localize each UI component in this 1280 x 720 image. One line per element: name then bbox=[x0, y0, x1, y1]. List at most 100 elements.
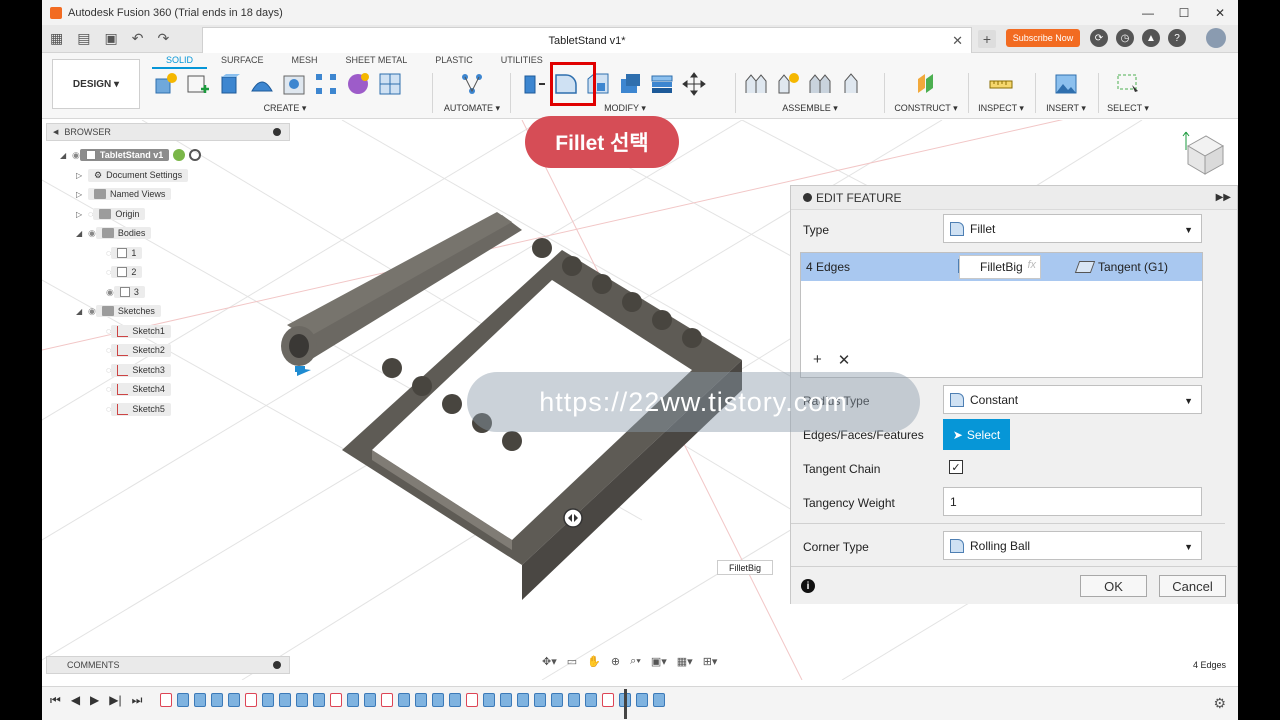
tangent-chain-checkbox[interactable]: ✓ bbox=[949, 460, 963, 474]
tree-origin[interactable]: ▷ ◌ Origin bbox=[76, 206, 146, 222]
workspace-switcher[interactable]: DESIGN ▾ bbox=[52, 59, 140, 109]
tree-sketches[interactable]: ◢ ◉ Sketches bbox=[76, 303, 161, 319]
user-avatar[interactable] bbox=[1206, 28, 1226, 48]
joint-origin-icon[interactable] bbox=[774, 70, 802, 98]
select-button[interactable]: ➤ Select bbox=[943, 419, 1010, 450]
tab-utilities[interactable]: UTILITIES bbox=[487, 53, 557, 69]
fillet-radius-input[interactable]: FilletBig fx bbox=[959, 255, 1041, 279]
tab-plastic[interactable]: PLASTIC bbox=[421, 53, 487, 69]
visibility-icon[interactable]: ◉ bbox=[72, 150, 80, 161]
collapse-icon[interactable]: ◢ bbox=[60, 151, 72, 160]
minimize-button[interactable]: — bbox=[1130, 0, 1166, 25]
timeline-feature[interactable] bbox=[500, 693, 512, 707]
orbit-icon[interactable]: ✥▾ bbox=[542, 655, 557, 668]
subscribe-button[interactable]: Subscribe Now bbox=[1006, 29, 1080, 47]
step-forward-icon[interactable]: ▶| bbox=[109, 693, 121, 708]
timeline-marker[interactable] bbox=[624, 689, 627, 719]
tree-document-settings[interactable]: ▷ ⚙ Document Settings bbox=[76, 167, 189, 183]
select-menu[interactable]: SELECT ▾ bbox=[1102, 103, 1154, 114]
measure-icon[interactable] bbox=[987, 70, 1015, 98]
look-at-icon[interactable]: ▭ bbox=[567, 655, 577, 668]
timeline-feature[interactable] bbox=[449, 693, 461, 707]
timeline-sketch[interactable] bbox=[330, 693, 342, 707]
fx-icon[interactable]: fx bbox=[1027, 259, 1036, 271]
go-to-start-icon[interactable]: ⏮ bbox=[50, 693, 61, 708]
tree-bodies[interactable]: ◢ ◉ Bodies bbox=[76, 225, 152, 241]
go-to-end-icon[interactable]: ⏭ bbox=[132, 693, 143, 708]
view-cube[interactable] bbox=[1178, 126, 1228, 176]
timeline-feature[interactable] bbox=[398, 693, 410, 707]
visibility-icon[interactable]: ◉ bbox=[88, 306, 96, 317]
timeline-feature[interactable] bbox=[279, 693, 291, 707]
redo-icon[interactable]: ↷ bbox=[157, 30, 169, 47]
timeline-sketch[interactable] bbox=[160, 693, 172, 707]
activate-icon[interactable] bbox=[173, 149, 186, 161]
timeline-sketch[interactable] bbox=[381, 693, 393, 707]
tab-sheet-metal[interactable]: SHEET METAL bbox=[332, 53, 422, 69]
mirror-icon[interactable] bbox=[376, 70, 404, 98]
step-back-icon[interactable]: ◀ bbox=[71, 693, 80, 708]
close-window-button[interactable]: ✕ bbox=[1202, 0, 1238, 25]
new-tab-button[interactable]: + bbox=[978, 30, 996, 48]
insert-menu[interactable]: INSERT ▾ bbox=[1038, 103, 1094, 114]
timeline-feature[interactable] bbox=[585, 693, 597, 707]
help-icon[interactable]: ? bbox=[1168, 29, 1186, 47]
tab-solid[interactable]: SOLID bbox=[152, 53, 208, 69]
timeline-feature[interactable] bbox=[296, 693, 308, 707]
tree-root[interactable]: ◢ ◉ TabletStand v1 bbox=[60, 147, 202, 163]
timeline-feature[interactable] bbox=[313, 693, 325, 707]
tab-mesh[interactable]: MESH bbox=[278, 53, 332, 69]
pan-icon[interactable]: ✋ bbox=[587, 655, 601, 668]
tree-body-3[interactable]: ◉ 3 bbox=[106, 284, 145, 300]
comments-pin-icon[interactable] bbox=[273, 661, 281, 669]
tree-named-views[interactable]: ▷ Named Views bbox=[76, 186, 172, 202]
grid-menu-icon[interactable]: ▦ bbox=[50, 30, 63, 47]
timeline-feature[interactable] bbox=[534, 693, 546, 707]
browser-panel-header[interactable]: ◀ BROWSER bbox=[46, 123, 290, 141]
grid-settings-icon[interactable]: ▦▾ bbox=[677, 655, 693, 668]
timeline-settings-icon[interactable]: ⚙ bbox=[1213, 695, 1226, 712]
tree-body-2[interactable]: ◌ 2 bbox=[106, 264, 143, 280]
browser-pin-icon[interactable] bbox=[273, 128, 281, 136]
display-settings-icon[interactable]: ▣▾ bbox=[651, 655, 667, 668]
collapse-browser-icon[interactable]: ◀ bbox=[53, 128, 58, 136]
press-pull-icon[interactable] bbox=[520, 70, 548, 98]
add-selection-button[interactable]: + bbox=[813, 351, 822, 369]
remove-selection-button[interactable]: ✕ bbox=[838, 351, 851, 369]
document-tab[interactable]: TabletStand v1* ✕ bbox=[202, 27, 972, 53]
select-window-icon[interactable] bbox=[1114, 70, 1142, 98]
move-icon[interactable] bbox=[680, 70, 708, 98]
continuity-dropdown[interactable]: Tangent (G1) bbox=[1074, 260, 1168, 274]
close-document-icon[interactable]: ✕ bbox=[952, 33, 963, 49]
timeline-feature[interactable] bbox=[653, 693, 665, 707]
timeline-feature[interactable] bbox=[262, 693, 274, 707]
timeline-feature[interactable] bbox=[347, 693, 359, 707]
combine-icon[interactable] bbox=[648, 70, 676, 98]
tangency-weight-input[interactable]: 1 bbox=[943, 487, 1202, 516]
timeline-feature[interactable] bbox=[483, 693, 495, 707]
timeline-feature[interactable] bbox=[551, 693, 563, 707]
job-status-icon[interactable]: ◷ bbox=[1116, 29, 1134, 47]
tree-sketch-1[interactable]: ◌ Sketch1 bbox=[106, 323, 171, 339]
zoom-icon[interactable]: ⊕ bbox=[611, 655, 620, 668]
rigid-group-icon[interactable] bbox=[806, 70, 834, 98]
timeline-feature[interactable] bbox=[568, 693, 580, 707]
timeline-feature[interactable] bbox=[228, 693, 240, 707]
collapse-icon[interactable]: ◢ bbox=[76, 229, 88, 238]
assemble-menu[interactable]: ASSEMBLE ▾ bbox=[742, 103, 878, 114]
insert-image-icon[interactable] bbox=[1052, 70, 1080, 98]
visibility-icon[interactable]: ◉ bbox=[106, 287, 114, 298]
automate-icon[interactable] bbox=[458, 70, 486, 98]
zoom-window-icon[interactable]: ⌕▾ bbox=[630, 655, 641, 668]
collapse-dialog-icon[interactable] bbox=[803, 193, 812, 202]
timeline-feature[interactable] bbox=[177, 693, 189, 707]
pattern-icon[interactable] bbox=[312, 70, 340, 98]
play-icon[interactable]: ▶ bbox=[90, 693, 99, 708]
tab-surface[interactable]: SURFACE bbox=[207, 53, 278, 69]
tree-body-1[interactable]: ◌ 1 bbox=[106, 245, 143, 261]
fillet-name-tag[interactable]: FilletBig bbox=[717, 560, 773, 575]
radio-icon[interactable] bbox=[189, 149, 202, 161]
collapse-icon[interactable]: ◢ bbox=[76, 307, 88, 316]
expand-icon[interactable]: ▷ bbox=[76, 210, 88, 219]
type-dropdown[interactable]: Fillet ▼ bbox=[943, 214, 1202, 243]
